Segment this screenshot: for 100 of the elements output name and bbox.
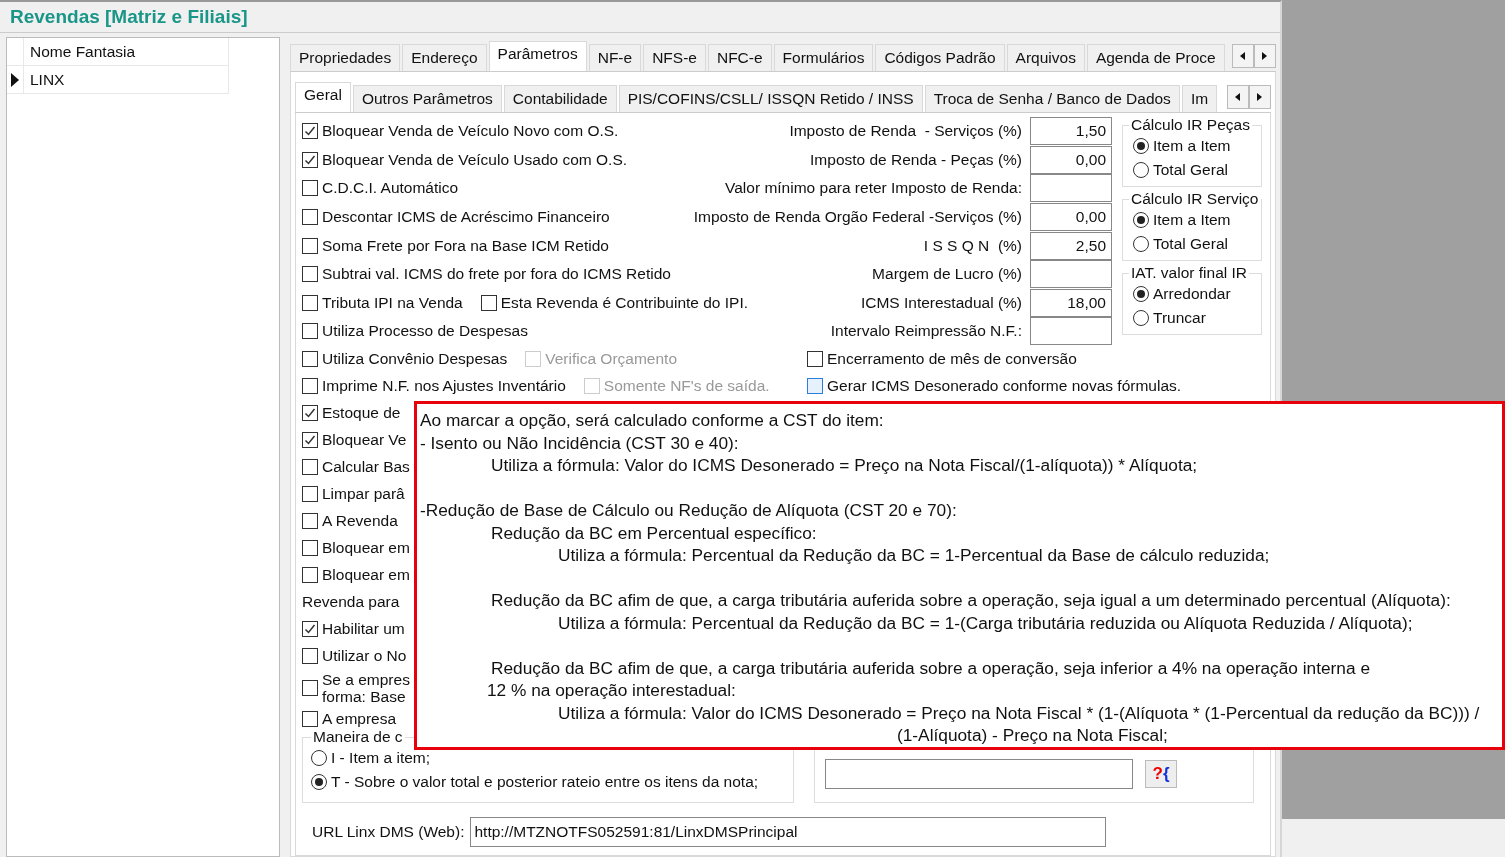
checkbox-label: Habilitar um	[322, 620, 405, 639]
radio-button[interactable]	[311, 749, 327, 766]
checkbox-label: Bloquear Ve	[322, 431, 407, 450]
checkbox[interactable]	[302, 351, 318, 368]
tooltip-line: Utiliza a fórmula: Valor do ICMS Desonerado = Preço na Nota Fiscal * (1-(Alíquota * (1-Percentual da redução da BC))) /	[558, 701, 1480, 724]
checkbox[interactable]	[302, 432, 318, 449]
checkbox[interactable]	[302, 567, 318, 584]
tab[interactable]: Troca de Senha / Banco de Dados	[924, 85, 1180, 112]
checkbox[interactable]	[302, 540, 318, 557]
checkbox-label: Soma Frete por Fora na Base ICM Retido	[322, 236, 609, 255]
checkbox[interactable]	[302, 405, 318, 422]
checkbox-label: Verifica Orçamento	[545, 350, 678, 369]
checkbox-label: Encerramento de mês de conversão	[827, 350, 1077, 369]
field-label: Imposto de Renda Orgão Federal -Serviços (%)	[693, 208, 1022, 227]
field-label: I S S Q N (%)	[923, 236, 1022, 255]
group-title: Cálculo IR Serviço	[1129, 190, 1261, 208]
scroll-right-icon[interactable]	[1254, 44, 1276, 68]
checkbox-label: Imprime N.F. nos Ajustes Inventário	[322, 377, 566, 396]
checkbox[interactable]	[302, 648, 318, 665]
tooltip-line: Utiliza a fórmula: Percentual da Redução da BC = 1-(Carga tributária reduzida ou Alíquota Reduzida / Alíquota);	[558, 611, 1413, 634]
checkbox-label: Tributa IPI na Venda	[322, 293, 463, 312]
input-field[interactable]: 0,00	[1030, 203, 1112, 232]
tab[interactable]: Contabilidade	[503, 85, 617, 112]
checkbox[interactable]	[302, 237, 318, 254]
checkbox[interactable]	[807, 351, 823, 368]
radio-label: Arredondar	[1153, 285, 1231, 303]
input-field[interactable]: 18,00	[1030, 288, 1112, 317]
field-label: Imposto de Renda - Serviços (%)	[789, 122, 1022, 141]
tooltip-line: Utiliza a fórmula: Valor do ICMS Desonerado = Preço na Nota Fiscal/(1-alíquota)) * Alíquota;	[491, 454, 1198, 477]
tab[interactable]: Endereço	[402, 44, 487, 71]
input-field[interactable]	[825, 758, 1133, 789]
radio-button[interactable]	[1133, 310, 1149, 326]
input-field[interactable]: 1,50	[1030, 117, 1112, 146]
radio-label: I - Item a item;	[331, 748, 431, 767]
radio-button[interactable]	[1133, 236, 1149, 252]
column-header[interactable]: Nome Fantasia	[24, 38, 229, 66]
checkbox[interactable]	[302, 378, 318, 395]
input-field[interactable]: 2,50	[1030, 231, 1112, 260]
help-button[interactable]: ?{	[1145, 759, 1177, 788]
tooltip-line: -Redução de Base de Cálculo ou Redução de Alíquota (CST 20 e 70):	[420, 499, 957, 522]
input-field[interactable]	[1030, 260, 1112, 289]
checkbox[interactable]	[302, 266, 318, 283]
radio-label: T - Sobre o valor total e posterior rateio entre os itens da nota;	[331, 772, 759, 791]
tab[interactable]: PIS/COFINS/CSLL/ ISSQN Retido / INSS	[618, 85, 923, 112]
checkbox[interactable]	[302, 209, 318, 226]
radio-button[interactable]	[1133, 138, 1149, 154]
checkbox[interactable]	[302, 323, 318, 340]
tab[interactable]: Arquivos	[1006, 44, 1085, 71]
input-field[interactable]	[1030, 317, 1112, 346]
field-label: Valor mínimo para reter Imposto de Renda:	[725, 179, 1022, 198]
input-field[interactable]: 0,00	[1030, 145, 1112, 174]
tab[interactable]: NFS-e	[643, 44, 706, 71]
checkbox[interactable]	[302, 123, 318, 140]
radio-label: Total Geral	[1153, 235, 1228, 253]
radio-button[interactable]	[1133, 212, 1149, 228]
scroll-left-icon[interactable]	[1232, 44, 1254, 68]
checkbox[interactable]	[302, 711, 318, 728]
field-label: Margem de Lucro (%)	[872, 265, 1022, 284]
tab[interactable]: NF-e	[588, 44, 642, 71]
radio-label: Total Geral	[1153, 161, 1228, 179]
checkbox[interactable]	[807, 378, 823, 395]
tab[interactable]: Formulários	[773, 44, 874, 71]
list-row[interactable]: LINX	[24, 66, 229, 94]
checkbox[interactable]	[302, 294, 318, 311]
tab[interactable]: Agenda de Proce	[1086, 44, 1225, 71]
tab[interactable]: Outros Parâmetros	[352, 85, 502, 112]
tooltip-line: 12 % na operação interestadual:	[487, 679, 736, 702]
tab[interactable]: Geral	[295, 82, 351, 112]
tab[interactable]: Códigos Padrão	[875, 44, 1005, 71]
checkbox[interactable]	[302, 180, 318, 197]
checkbox-label: Utiliza Processo de Despesas	[322, 322, 528, 341]
tab[interactable]: NFC-e	[707, 44, 772, 71]
checkbox-label: A empresa	[322, 710, 397, 729]
scroll-right-icon[interactable]	[1249, 85, 1271, 109]
tab[interactable]: Im	[1181, 85, 1218, 112]
checkbox[interactable]	[302, 513, 318, 530]
checkbox-label: Bloquear em	[322, 539, 410, 558]
radio-button[interactable]	[1133, 286, 1149, 302]
checkbox[interactable]	[302, 621, 318, 638]
radio-label: Item a Item	[1153, 211, 1231, 229]
checkbox-label: Estoque de	[322, 404, 401, 423]
tooltip-line: - Isento ou Não Incidência (CST 30 e 40):	[420, 431, 739, 454]
tab[interactable]: Parâmetros	[488, 41, 587, 71]
input-field[interactable]	[1030, 174, 1112, 203]
checkbox[interactable]	[480, 294, 497, 311]
radio-label: Truncar	[1153, 309, 1206, 327]
checkbox-label: Subtrai val. ICMS do frete por fora do ICMS Retido	[322, 265, 671, 284]
radio-button[interactable]	[1133, 162, 1149, 178]
checkbox-label: Limpar parâ	[322, 485, 405, 504]
checkbox-label: Esta Revenda é Contribuinte do IPI.	[500, 293, 749, 312]
scroll-left-icon[interactable]	[1227, 85, 1249, 109]
checkbox[interactable]	[302, 151, 318, 168]
tab[interactable]: Propriedades	[290, 44, 401, 71]
input-field[interactable]: http://MTZNOTFS052591:81/LinxDMSPrincipal	[470, 816, 1107, 847]
radio-button[interactable]	[311, 773, 327, 790]
field-label: ICMS Interestadual (%)	[860, 293, 1022, 312]
checkbox[interactable]	[302, 486, 318, 503]
checkbox[interactable]	[302, 679, 318, 696]
checkbox-label: Bloquear Venda de Veículo Usado com O.S.	[322, 150, 628, 169]
checkbox[interactable]	[302, 459, 318, 476]
